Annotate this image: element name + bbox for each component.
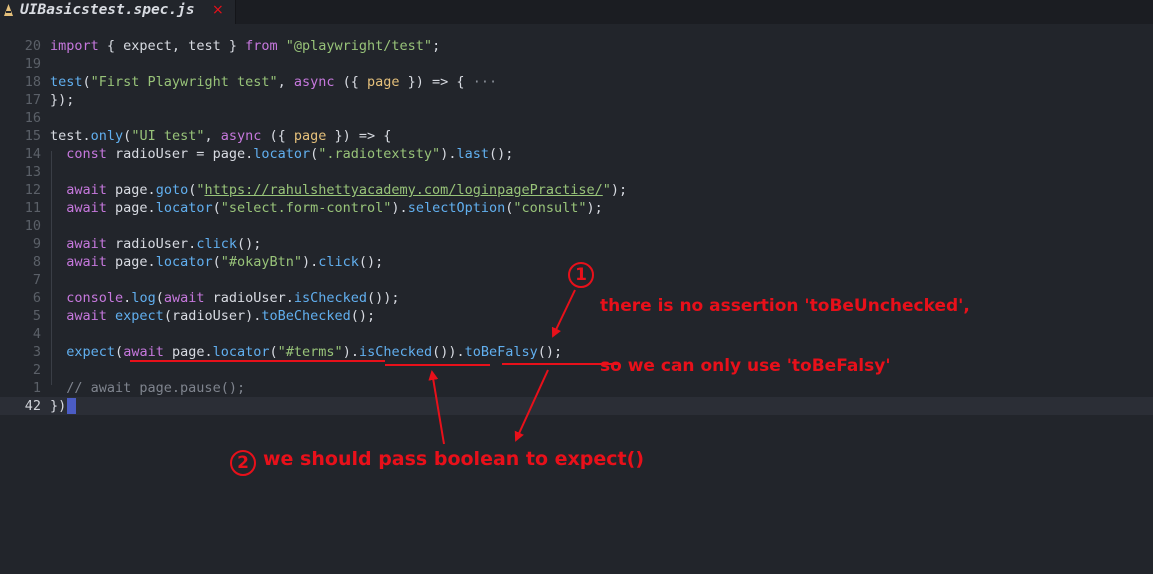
annotation-note-2: we should pass boolean to expect() xyxy=(263,448,645,470)
annotation-number-2: 2 xyxy=(230,450,256,476)
arrow-note2-tobefalsy xyxy=(514,369,549,442)
annotation-number-1: 1 xyxy=(568,262,594,288)
annotation-note-1: there is no assertion 'toBeUnchecked', s… xyxy=(600,256,970,416)
annotation-note-1-line1: there is no assertion 'toBeUnchecked', xyxy=(600,296,970,316)
code-editor-window: UIBasicstest.spec.js × 20 import { expect… xyxy=(0,0,1153,574)
annotation-note-1-line2: so we can only use 'toBeFalsy' xyxy=(600,356,891,376)
arrow-note2-ischecked xyxy=(428,370,445,445)
arrow-note1 xyxy=(551,289,576,338)
